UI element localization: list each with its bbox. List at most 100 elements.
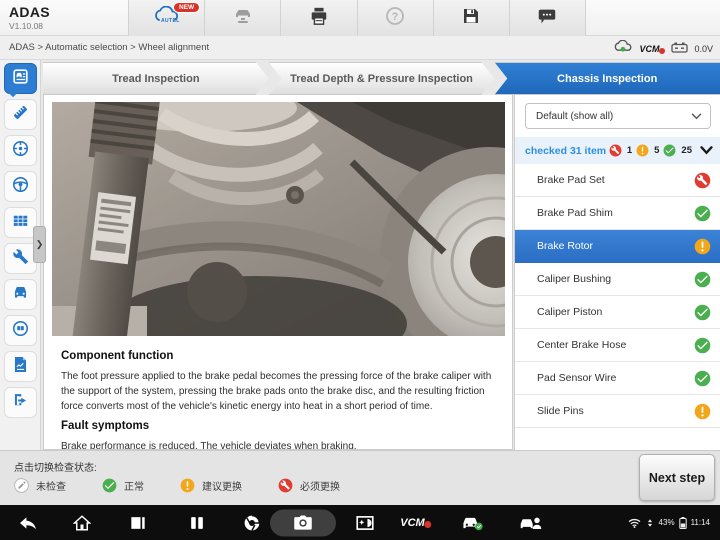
save-button[interactable]: [434, 0, 510, 36]
battery-icon: [671, 40, 688, 58]
list-item-label: Brake Rotor: [537, 240, 694, 252]
sidebar-item-exit[interactable]: [4, 387, 37, 418]
sidebar-item-data-grid[interactable]: [4, 207, 37, 238]
print-button[interactable]: [281, 0, 357, 36]
status-green-icon: [663, 144, 676, 157]
status-green-icon[interactable]: [694, 337, 711, 354]
legend-item-green: 正常: [102, 478, 144, 493]
list-item-brake-pad-set[interactable]: Brake Pad Set: [515, 164, 720, 197]
home-button[interactable]: [73, 514, 91, 531]
component-photo: [52, 102, 505, 336]
vehicle-connection-button[interactable]: [460, 515, 484, 531]
red-count: 1: [627, 145, 632, 156]
feedback-button[interactable]: [510, 0, 585, 36]
status-green-icon[interactable]: [694, 370, 711, 387]
connection-status: VCM 0.0V: [613, 40, 713, 58]
screen-capture-button[interactable]: [356, 515, 374, 530]
list-item-label: Pad Sensor Wire: [537, 372, 694, 384]
vehicle-lift-icon: [230, 6, 256, 31]
breadcrumb-bar: ADAS > Automatic selection > Wheel align…: [0, 36, 720, 60]
camera-icon: [293, 515, 313, 530]
vehicle-lift-button[interactable]: [205, 0, 281, 36]
browser-button[interactable]: [243, 514, 261, 532]
filter-dropdown[interactable]: Default (show all): [525, 103, 711, 129]
filter-dropdown-value: Default (show all): [536, 111, 613, 122]
exit-icon: [11, 391, 30, 415]
list-item-label: Center Brake Hose: [537, 339, 694, 351]
vcmi-status-button[interactable]: VCM: [400, 517, 431, 529]
sidebar-item-tread-measure[interactable]: [4, 99, 37, 130]
sidebar-item-report[interactable]: [4, 351, 37, 382]
screenshot-camera-button[interactable]: [270, 509, 336, 536]
list-item-brake-pad-shim[interactable]: Brake Pad Shim: [515, 197, 720, 230]
svg-text:?: ?: [392, 11, 399, 23]
remote-expert-button[interactable]: [519, 515, 543, 531]
component-detail-panel: Component function The foot pressure app…: [43, 95, 513, 450]
tire-wheel-icon: [11, 139, 30, 163]
wifi-icon: [628, 518, 641, 528]
status-green-icon[interactable]: [694, 304, 711, 321]
status-yellow-icon[interactable]: [694, 403, 711, 420]
summary-badges: 1 5 25: [609, 144, 713, 157]
list-item-center-brake-hose[interactable]: Center Brake Hose: [515, 329, 720, 362]
help-icon: ?: [385, 6, 405, 31]
checked-summary-row[interactable]: checked 31 item 1 5 25: [515, 137, 720, 164]
sidebar-item-vehicle-inspection[interactable]: [4, 63, 37, 94]
steering-wheel-icon: [11, 175, 30, 199]
tab-chassis-inspection[interactable]: Chassis Inspection: [494, 62, 720, 95]
collapse-list-icon[interactable]: [700, 146, 713, 155]
sidebar-item-manual[interactable]: [4, 315, 37, 346]
checked-summary-label: checked 31 item: [525, 145, 609, 157]
tab-tread-depth-pressure[interactable]: Tread Depth & Pressure Inspection: [269, 62, 495, 95]
help-button[interactable]: ?: [358, 0, 434, 36]
sidebar-item-vehicle[interactable]: [4, 279, 37, 310]
inspection-list: Brake Pad Set Brake Pad Shim Brake Rotor Ca…: [515, 164, 720, 450]
printer-icon: [308, 6, 330, 31]
back-button[interactable]: [18, 515, 38, 531]
home-icon: [73, 514, 91, 531]
sidebar-item-tire[interactable]: [4, 135, 37, 166]
list-item-pad-sensor-wire[interactable]: Pad Sensor Wire: [515, 362, 720, 395]
split-screen-button[interactable]: [189, 515, 206, 530]
back-icon: [18, 515, 38, 531]
inspection-tabs: Tread Inspection Tread Depth & Pressure …: [43, 62, 720, 95]
new-badge: NEW: [173, 2, 200, 13]
status-red-icon[interactable]: [694, 172, 711, 189]
legend-title: 点击切换检查状态:: [14, 459, 97, 474]
legend-item-label: 必须更换: [300, 478, 340, 493]
vcm-status-dot: [659, 48, 665, 54]
recents-button[interactable]: [130, 515, 147, 530]
autel-cloud-button[interactable]: AUTEL NEW: [129, 0, 205, 36]
app-title: ADAS: [9, 4, 50, 20]
list-item-caliper-bushing[interactable]: Caliper Bushing: [515, 263, 720, 296]
list-item-slide-pins[interactable]: Slide Pins: [515, 395, 720, 428]
panel-collapse-handle[interactable]: ❯: [33, 226, 46, 263]
header-toolbar: AUTEL NEW: [128, 0, 586, 36]
status-green-icon[interactable]: [694, 205, 711, 222]
android-navbar: VCM 43% 11:14: [0, 505, 720, 540]
battery-voltage: 0.0V: [694, 44, 713, 54]
sidebar-item-tools[interactable]: [4, 243, 37, 274]
list-item-label: Brake Pad Shim: [537, 207, 694, 219]
status-green-icon: [102, 478, 117, 493]
status-green-icon[interactable]: [694, 271, 711, 288]
left-sidebar: [0, 60, 41, 505]
cloud-connected-icon: [613, 40, 633, 58]
component-function-text: The foot pressure applied to the brake p…: [61, 369, 495, 414]
component-description: Component function The foot pressure app…: [44, 336, 512, 450]
fault-symptoms-heading: Fault symptoms: [61, 420, 495, 432]
next-step-button[interactable]: Next step: [639, 454, 715, 501]
tab-tread-inspection[interactable]: Tread Inspection: [43, 62, 269, 95]
ruler-icon: [11, 103, 30, 127]
list-item-brake-rotor[interactable]: Brake Rotor: [515, 230, 720, 263]
remote-expert-icon: [519, 515, 543, 531]
list-item-caliper-piston[interactable]: Caliper Piston: [515, 296, 720, 329]
component-function-heading: Component function: [61, 350, 495, 362]
legend-bar: 点击切换检查状态: 未检查正常建议更换必须更换 Next step: [0, 450, 720, 505]
data-transfer-icon: [645, 518, 655, 528]
sidebar-item-steering[interactable]: [4, 171, 37, 202]
battery-level-icon: [679, 517, 687, 529]
system-status-cluster: 43% 11:14: [628, 505, 710, 540]
status-yellow-icon[interactable]: [694, 238, 711, 255]
chrome-browser-icon: [243, 514, 261, 532]
